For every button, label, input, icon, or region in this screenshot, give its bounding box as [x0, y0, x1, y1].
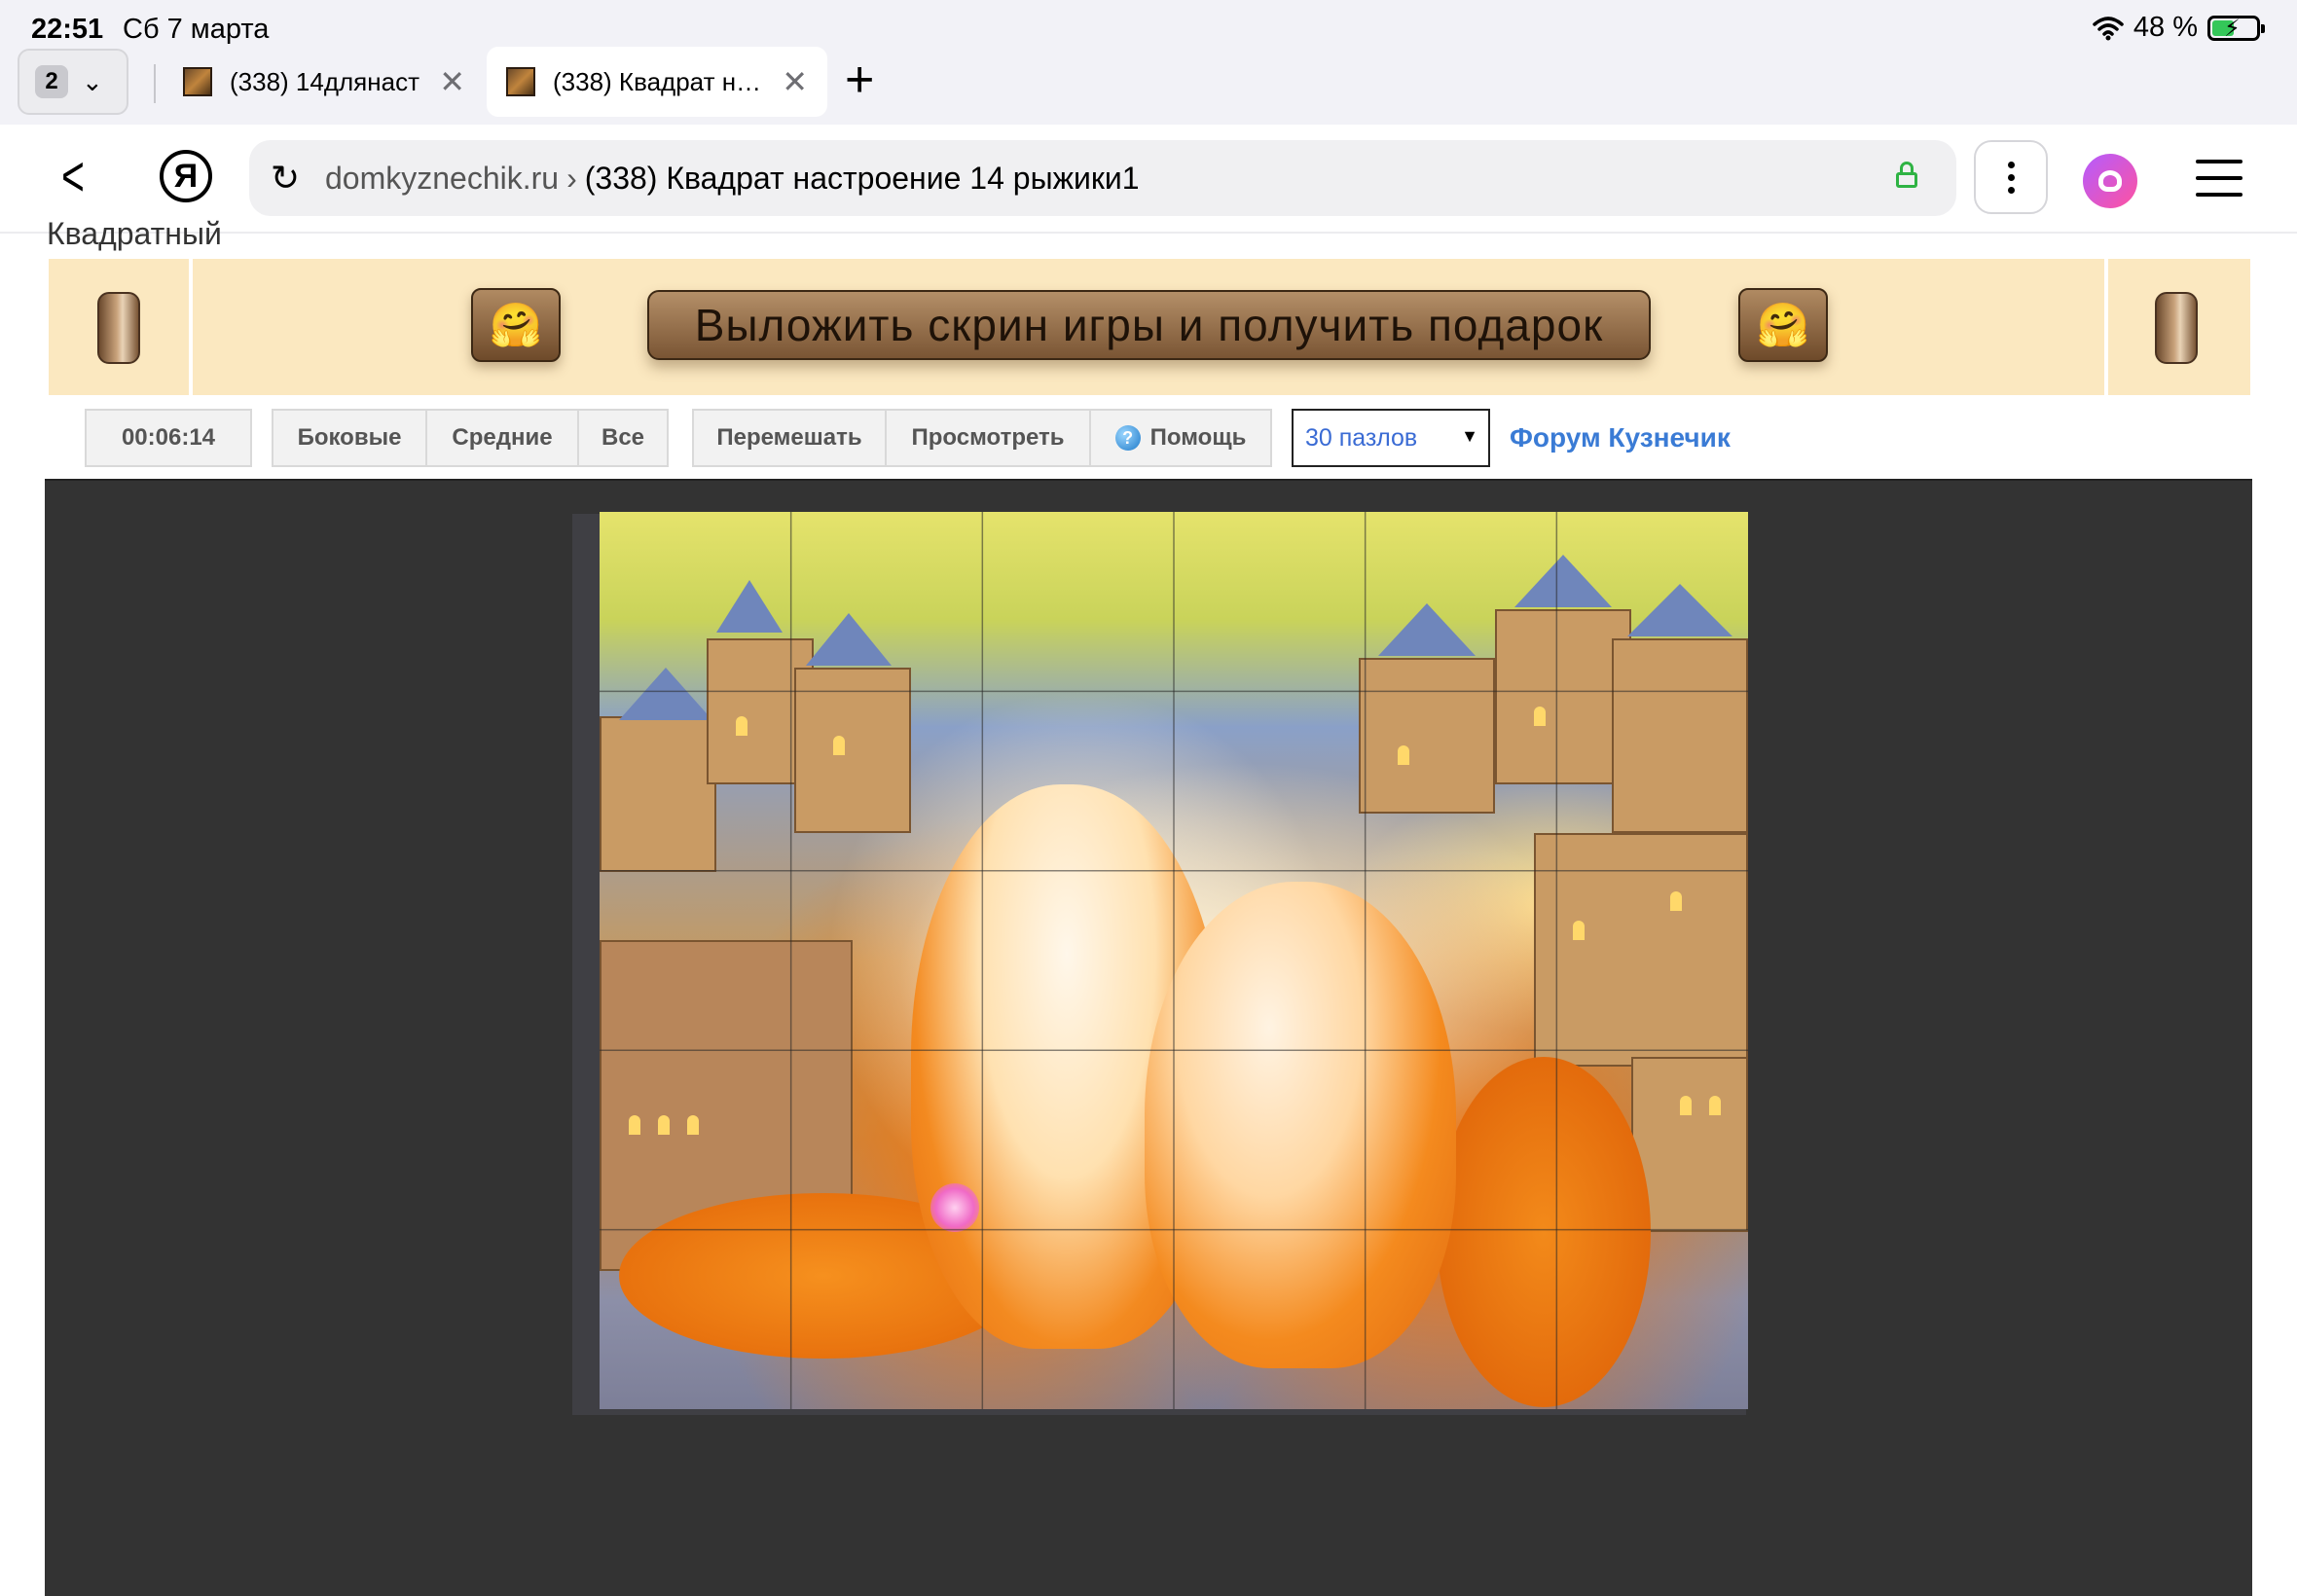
- hugging-emoji-button-right[interactable]: 🤗: [1738, 288, 1828, 362]
- edge-pieces-button[interactable]: Боковые: [273, 411, 427, 465]
- tab-strip: 2 ⌄ (338) 14длянаст… ✕ (338) Квадрат н… …: [0, 47, 2297, 125]
- tab-2-active[interactable]: (338) Квадрат н… ✕: [487, 47, 827, 117]
- tab-divider: [154, 64, 156, 103]
- new-tab-plus-icon[interactable]: +: [845, 51, 874, 109]
- tab-switcher-button[interactable]: 2 ⌄: [18, 49, 128, 115]
- help-label: Помощь: [1149, 424, 1247, 451]
- timer: 00:06:14: [85, 409, 252, 467]
- yandex-icon[interactable]: Я: [160, 150, 212, 202]
- status-bar: 22:51 Сб 7 марта 48 % ⚡: [0, 0, 2297, 47]
- menu-icon[interactable]: [2196, 160, 2242, 197]
- banner-divider: [189, 259, 193, 395]
- banner-pill-right: [2155, 292, 2198, 364]
- tab-title: (338) Квадрат н…: [553, 66, 762, 96]
- more-icon[interactable]: [1974, 140, 2048, 214]
- status-indicators: 48 % ⚡: [2093, 12, 2265, 44]
- address-bar[interactable]: ↻ domkyznechik.ru › (338) Квадрат настро…: [249, 140, 1956, 216]
- url-domain: domkyznechik.ru: [325, 160, 560, 196]
- charging-icon: ⚡: [2224, 15, 2241, 42]
- url-page-title: (338) Квадрат настроение 14 рыжики1: [584, 160, 1140, 196]
- pieces-count-select[interactable]: 30 пазлов ▼: [1292, 409, 1490, 467]
- battery-percent: 48 %: [2133, 12, 2198, 43]
- forum-link[interactable]: Форум Кузнечик: [1510, 422, 1731, 453]
- chevron-down-icon: ⌄: [82, 66, 103, 96]
- close-icon[interactable]: ✕: [439, 63, 465, 100]
- tab-title: (338) 14длянаст…: [230, 66, 421, 96]
- piece-filter-group: Боковые Средние Все: [272, 409, 669, 467]
- reload-icon[interactable]: ↻: [271, 158, 310, 199]
- favicon-icon: [506, 67, 535, 96]
- post-screenshot-button[interactable]: Выложить скрин игры и получить подарок: [647, 290, 1651, 360]
- banner-pill-left: [97, 292, 140, 364]
- status-date: Сб 7 марта: [123, 14, 270, 45]
- banner-divider: [2104, 259, 2108, 395]
- favicon-icon: [183, 67, 212, 96]
- help-globe-icon: ?: [1114, 425, 1141, 451]
- middle-pieces-button[interactable]: Средние: [427, 411, 579, 465]
- puzzle-board[interactable]: [600, 512, 1748, 1409]
- all-pieces-button[interactable]: Все: [579, 411, 667, 465]
- browser-toolbar: < Я ↻ domkyznechik.ru › (338) Квадрат на…: [0, 125, 2297, 234]
- back-icon[interactable]: <: [61, 148, 85, 206]
- dropdown-arrow-icon: ▼: [1461, 426, 1478, 446]
- tab-count: 2: [35, 65, 68, 98]
- wifi-icon: [2093, 16, 2124, 40]
- shuffle-button[interactable]: Перемешать: [694, 411, 887, 465]
- promo-banner: 🤗 Выложить скрин игры и получить подарок…: [49, 259, 2250, 395]
- close-icon[interactable]: ✕: [782, 63, 808, 100]
- hugging-emoji-button-left[interactable]: 🤗: [471, 288, 561, 362]
- status-time: 22:51: [31, 14, 104, 45]
- preview-button[interactable]: Просмотреть: [887, 411, 1091, 465]
- lock-icon[interactable]: [1896, 162, 1917, 188]
- puzzle-grid: [600, 512, 1748, 1409]
- help-button[interactable]: ? Помощь: [1091, 411, 1270, 465]
- pieces-count-value: 30 пазлов: [1305, 423, 1418, 452]
- page-heading: Квадратный: [47, 216, 222, 251]
- tab-1[interactable]: (338) 14длянаст… ✕: [164, 47, 485, 117]
- battery-icon: ⚡: [2207, 15, 2265, 42]
- game-actions-group: Перемешать Просмотреть ? Помощь: [692, 409, 1272, 467]
- url-separator: ›: [566, 160, 577, 196]
- alice-icon[interactable]: [2083, 154, 2137, 208]
